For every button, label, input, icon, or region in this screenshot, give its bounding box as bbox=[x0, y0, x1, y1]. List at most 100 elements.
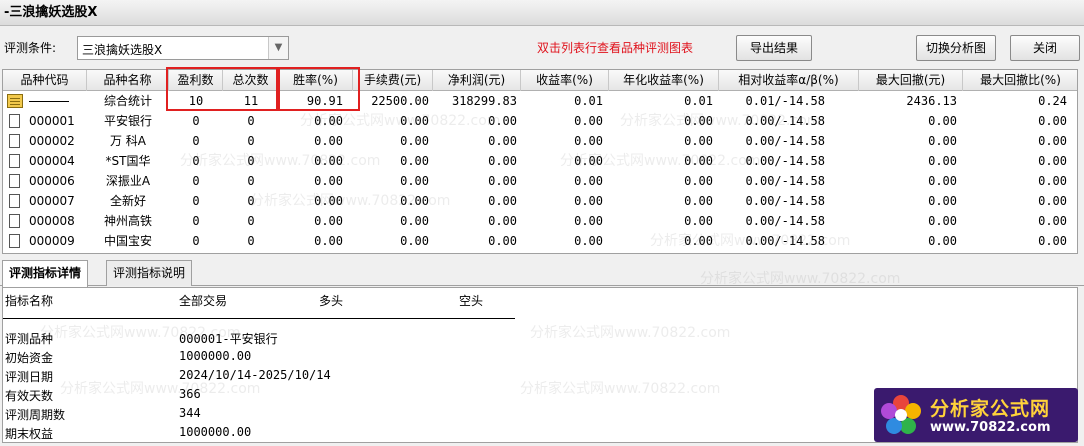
table-row[interactable]: 000007 全新好 0 0 0.00 0.00 0.00 0.00 0.00 0.00/-14.… bbox=[3, 191, 1077, 211]
table-row[interactable]: 000002 万 科A 0 0 0.00 0.00 0.00 0.00 0.00 0.00/-14… bbox=[3, 131, 1077, 151]
cell-maxdd: 0.00 bbox=[928, 114, 957, 128]
document-icon bbox=[9, 234, 20, 248]
col-header-name[interactable]: 品种名称 bbox=[87, 70, 169, 91]
table-row[interactable]: 综合统计 10 11 90.91 22500.00 318299.83 0.01 0.01 0.… bbox=[3, 91, 1077, 111]
cell-fee: 0.00 bbox=[400, 214, 429, 228]
cell-wins: 10 bbox=[188, 94, 204, 108]
cell-wins: 0 bbox=[192, 114, 200, 128]
toolbar: 评测条件: 三浪擒妖选股X ▼ 双击列表行查看品种评测图表 导出结果 切换分析图… bbox=[0, 27, 1084, 67]
cell-fee: 0.00 bbox=[400, 194, 429, 208]
col-header-annual[interactable]: 年化收益率(%) bbox=[609, 70, 719, 91]
cell-maxddr: 0.00 bbox=[1038, 234, 1067, 248]
cell-name: 神州高铁 bbox=[103, 214, 152, 228]
table-row[interactable]: 000008 神州高铁 0 0 0.00 0.00 0.00 0.00 0.00 0.00/-14… bbox=[3, 211, 1077, 231]
logo-url: www.70822.com bbox=[930, 420, 1051, 435]
col-header-fee[interactable]: 手续费(元) bbox=[353, 70, 433, 91]
cell-name: 中国宝安 bbox=[103, 234, 152, 248]
cell-maxdd: 0.00 bbox=[928, 174, 957, 188]
tab-indicator-help[interactable]: 评测指标说明 bbox=[106, 260, 193, 286]
table-row[interactable]: 000004 *ST国华 0 0 0.00 0.00 0.00 0.00 0.00 0.00/-1… bbox=[3, 151, 1077, 171]
col-header-maxdd[interactable]: 最大回撤(元) bbox=[859, 70, 963, 91]
cell-total: 0 bbox=[247, 174, 255, 188]
cell-ret: 0.00 bbox=[574, 174, 603, 188]
cell-name: *ST国华 bbox=[105, 154, 151, 168]
cell-annual: 0.00 bbox=[684, 234, 713, 248]
col-header-wins[interactable]: 盈利数 bbox=[169, 70, 223, 91]
cell-code: 000001 bbox=[29, 114, 75, 128]
cell-name: 全新好 bbox=[109, 194, 146, 208]
cell-total: 0 bbox=[247, 154, 255, 168]
cell-relative: 0.00/-14.58 bbox=[745, 174, 825, 188]
table-row[interactable]: 000006 深振业A 0 0 0.00 0.00 0.00 0.00 0.00 0.00/-14… bbox=[3, 171, 1077, 191]
detail-label: 有效天数 bbox=[5, 389, 54, 403]
cell-wins: 0 bbox=[192, 154, 200, 168]
cell-relative: 0.00/-14.58 bbox=[745, 214, 825, 228]
cell-profit: 0.00 bbox=[488, 134, 517, 148]
detail-label: 评测品种 bbox=[5, 332, 54, 346]
cell-winrate: 0.00 bbox=[314, 214, 343, 228]
cell-profit: 0.00 bbox=[488, 154, 517, 168]
detail-header-all: 全部交易 bbox=[179, 294, 228, 308]
col-header-relative[interactable]: 相对收益率α/β(%) bbox=[719, 70, 859, 91]
cell-total: 0 bbox=[247, 214, 255, 228]
switch-chart-button[interactable]: 切换分析图 bbox=[916, 35, 996, 61]
detail-header-name: 指标名称 bbox=[5, 294, 54, 308]
cell-fee: 0.00 bbox=[400, 174, 429, 188]
cell-wins: 0 bbox=[192, 174, 200, 188]
condition-select-value: 三浪擒妖选股X bbox=[82, 43, 163, 57]
cell-relative: 0.00/-14.58 bbox=[745, 134, 825, 148]
cell-annual: 0.00 bbox=[684, 154, 713, 168]
condition-select[interactable]: 三浪擒妖选股X ▼ bbox=[77, 36, 289, 60]
flower-logo-icon bbox=[881, 395, 921, 434]
col-header-total[interactable]: 总次数 bbox=[223, 70, 279, 91]
export-button[interactable]: 导出结果 bbox=[736, 35, 812, 61]
cell-relative: 0.00/-14.58 bbox=[745, 234, 825, 248]
site-logo: 分析家公式网 www.70822.com bbox=[874, 388, 1078, 442]
cell-maxdd: 0.00 bbox=[928, 194, 957, 208]
cell-code: 000007 bbox=[29, 194, 75, 208]
logo-title: 分析家公式网 bbox=[930, 398, 1051, 420]
tab-indicator-details[interactable]: 评测指标详情 bbox=[2, 260, 89, 287]
cell-total: 0 bbox=[247, 194, 255, 208]
col-header-maxdd-ratio[interactable]: 最大回撤比(%) bbox=[963, 70, 1077, 91]
detail-value: 1000000.00 bbox=[179, 425, 252, 439]
cell-annual: 0.00 bbox=[684, 174, 713, 188]
cell-fee: 0.00 bbox=[400, 134, 429, 148]
col-header-profit[interactable]: 净利润(元) bbox=[433, 70, 521, 91]
document-icon bbox=[9, 174, 20, 188]
condition-label: 评测条件: bbox=[4, 41, 57, 55]
document-icon bbox=[9, 134, 20, 148]
col-header-winrate[interactable]: 胜率(%) bbox=[279, 70, 353, 91]
cell-maxddr: 0.24 bbox=[1038, 94, 1067, 108]
hint-text: 双击列表行查看品种评测图表 bbox=[537, 41, 694, 55]
col-header-return[interactable]: 收益率(%) bbox=[521, 70, 609, 91]
cell-fee: 22500.00 bbox=[371, 94, 429, 108]
cell-winrate: 0.00 bbox=[314, 174, 343, 188]
cell-maxdd: 0.00 bbox=[928, 234, 957, 248]
cell-winrate: 0.00 bbox=[314, 134, 343, 148]
cell-total: 0 bbox=[247, 114, 255, 128]
cell-profit: 0.00 bbox=[488, 174, 517, 188]
cell-wins: 0 bbox=[192, 234, 200, 248]
cell-name: 平安银行 bbox=[103, 114, 152, 128]
detail-label: 初始资金 bbox=[5, 351, 54, 365]
cell-relative: 0.00/-14.58 bbox=[745, 114, 825, 128]
cell-name: 综合统计 bbox=[103, 94, 152, 108]
cell-profit: 318299.83 bbox=[451, 94, 517, 108]
close-button[interactable]: 关闭 bbox=[1010, 35, 1080, 61]
cell-code: 000006 bbox=[29, 174, 75, 188]
cell-maxddr: 0.00 bbox=[1038, 214, 1067, 228]
document-icon bbox=[9, 154, 20, 168]
cell-winrate: 0.00 bbox=[314, 154, 343, 168]
cell-relative: 0.01/-14.58 bbox=[745, 94, 825, 108]
cell-wins: 0 bbox=[192, 214, 200, 228]
chevron-down-icon[interactable]: ▼ bbox=[268, 37, 288, 59]
table-row[interactable]: 000001 平安银行 0 0 0.00 0.00 0.00 0.00 0.00 0.00/-14… bbox=[3, 111, 1077, 131]
detail-value: 344 bbox=[179, 406, 201, 420]
cell-annual: 0.00 bbox=[684, 114, 713, 128]
col-header-code[interactable]: 品种代码 bbox=[3, 70, 87, 91]
detail-tabs: 评测指标详情 评测指标说明 bbox=[0, 258, 1084, 287]
cell-ret: 0.01 bbox=[574, 94, 603, 108]
table-row[interactable]: 000009 中国宝安 0 0 0.00 0.00 0.00 0.00 0.00 0.00/-14… bbox=[3, 231, 1077, 251]
cell-profit: 0.00 bbox=[488, 234, 517, 248]
